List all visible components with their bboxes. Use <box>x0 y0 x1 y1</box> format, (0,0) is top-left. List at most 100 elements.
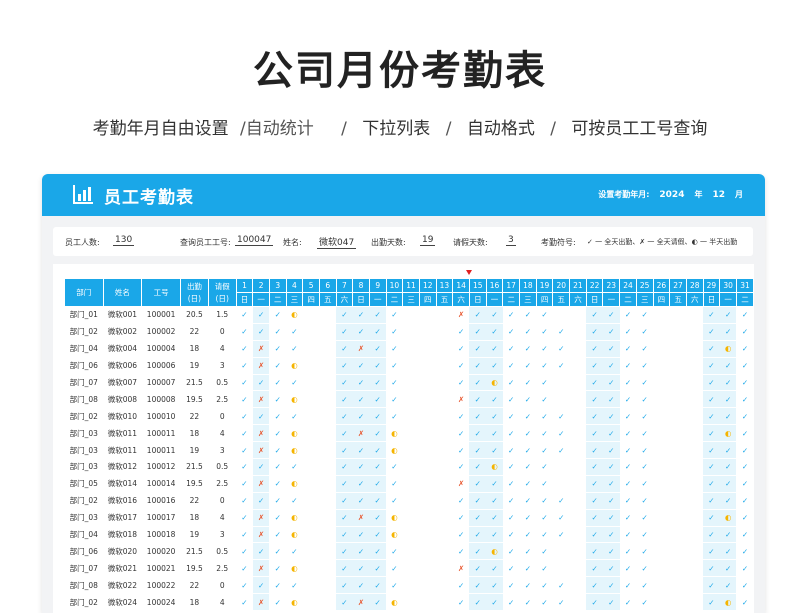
attendance-cell[interactable] <box>436 526 453 544</box>
attendance-cell[interactable]: ◐ <box>286 559 303 578</box>
attendance-cell[interactable]: ✓ <box>386 559 403 578</box>
attendance-cell[interactable] <box>669 407 687 426</box>
attendance-cell[interactable]: ✓ <box>336 593 353 612</box>
attendance-cell[interactable] <box>653 390 670 409</box>
attendance-cell[interactable]: ✗ <box>252 526 270 544</box>
attendance-cell[interactable] <box>552 542 570 561</box>
attendance-cell[interactable] <box>319 441 337 460</box>
attendance-cell[interactable]: ✓ <box>286 407 303 426</box>
attendance-cell[interactable] <box>669 424 687 443</box>
attendance-cell[interactable]: ✓ <box>636 340 654 358</box>
attendance-cell[interactable]: ✓ <box>269 407 287 426</box>
attendance-cell[interactable]: ✓ <box>602 576 620 595</box>
attendance-cell[interactable] <box>569 306 587 324</box>
attendance-cell[interactable] <box>419 357 437 375</box>
attendance-cell[interactable]: ✓ <box>736 526 754 544</box>
attendance-cell[interactable]: ✓ <box>369 306 387 324</box>
attendance-cell[interactable]: ✓ <box>452 357 470 375</box>
attendance-cell[interactable]: ✓ <box>452 458 470 476</box>
attendance-cell[interactable]: ✓ <box>386 458 403 476</box>
attendance-cell[interactable]: ✓ <box>469 559 487 578</box>
attendance-cell[interactable]: ✓ <box>269 340 287 358</box>
attendance-cell[interactable]: ✓ <box>552 526 570 544</box>
attendance-cell[interactable]: ✗ <box>252 390 270 409</box>
attendance-cell[interactable] <box>552 559 570 578</box>
attendance-cell[interactable]: ✓ <box>502 559 520 578</box>
attendance-cell[interactable]: ✗ <box>252 424 270 443</box>
attendance-cell[interactable]: ✓ <box>502 593 520 612</box>
attendance-cell[interactable]: ✓ <box>602 458 620 476</box>
attendance-cell[interactable] <box>419 509 437 527</box>
attendance-cell[interactable]: ✓ <box>286 458 303 476</box>
attendance-cell[interactable]: ✓ <box>502 323 520 341</box>
attendance-cell[interactable] <box>319 424 337 443</box>
attendance-cell[interactable]: ✓ <box>586 424 603 443</box>
attendance-cell[interactable]: ✓ <box>636 441 654 460</box>
attendance-cell[interactable] <box>552 306 570 324</box>
attendance-cell[interactable]: ✓ <box>386 542 403 561</box>
attendance-cell[interactable]: ✓ <box>452 407 470 426</box>
attendance-cell[interactable]: ✓ <box>236 509 253 527</box>
attendance-cell[interactable]: ✓ <box>236 323 253 341</box>
attendance-cell[interactable]: ✓ <box>719 475 737 493</box>
attendance-cell[interactable] <box>419 390 437 409</box>
attendance-cell[interactable]: ✓ <box>519 340 537 358</box>
attendance-cell[interactable]: ✓ <box>336 340 353 358</box>
attendance-cell[interactable] <box>653 441 670 460</box>
attendance-cell[interactable]: ✓ <box>469 390 487 409</box>
attendance-cell[interactable]: ✓ <box>252 306 270 324</box>
attendance-cell[interactable] <box>552 475 570 493</box>
attendance-cell[interactable] <box>319 407 337 426</box>
attendance-cell[interactable] <box>436 357 453 375</box>
attendance-cell[interactable]: ✓ <box>636 492 654 510</box>
attendance-cell[interactable] <box>302 526 320 544</box>
attendance-cell[interactable]: ✓ <box>269 390 287 409</box>
attendance-cell[interactable]: ✓ <box>586 458 603 476</box>
attendance-cell[interactable]: ◐ <box>719 509 737 527</box>
attendance-cell[interactable]: ✓ <box>269 576 287 595</box>
attendance-cell[interactable]: ✓ <box>369 593 387 612</box>
attendance-cell[interactable]: ✓ <box>469 509 487 527</box>
attendance-cell[interactable]: ✓ <box>703 509 720 527</box>
attendance-cell[interactable]: ✓ <box>502 424 520 443</box>
attendance-cell[interactable]: ✓ <box>369 492 387 510</box>
attendance-cell[interactable] <box>419 424 437 443</box>
attendance-cell[interactable]: ✓ <box>486 576 503 595</box>
attendance-cell[interactable]: ✓ <box>636 390 654 409</box>
attendance-cell[interactable]: ✓ <box>486 424 503 443</box>
attendance-cell[interactable] <box>319 306 337 324</box>
attendance-cell[interactable] <box>402 323 420 341</box>
attendance-cell[interactable] <box>436 542 453 561</box>
attendance-cell[interactable]: ✓ <box>719 441 737 460</box>
attendance-cell[interactable]: ✓ <box>486 492 503 510</box>
year-select[interactable]: 2024 <box>659 190 684 200</box>
attendance-cell[interactable]: ✓ <box>502 475 520 493</box>
attendance-cell[interactable]: ✗ <box>352 593 370 612</box>
attendance-cell[interactable]: ✓ <box>619 576 637 595</box>
attendance-cell[interactable] <box>653 357 670 375</box>
attendance-cell[interactable] <box>669 492 687 510</box>
attendance-cell[interactable] <box>669 340 687 358</box>
attendance-cell[interactable] <box>319 475 337 493</box>
attendance-cell[interactable]: ✓ <box>236 593 253 612</box>
attendance-cell[interactable]: ✓ <box>536 357 553 375</box>
attendance-cell[interactable]: ✓ <box>536 323 553 341</box>
attendance-cell[interactable]: ✓ <box>703 441 720 460</box>
attendance-cell[interactable]: ✓ <box>252 492 270 510</box>
attendance-cell[interactable]: ✓ <box>536 593 553 612</box>
attendance-cell[interactable]: ✓ <box>452 576 470 595</box>
attendance-cell[interactable]: ◐ <box>486 458 503 476</box>
attendance-cell[interactable] <box>569 593 587 612</box>
attendance-cell[interactable]: ◐ <box>286 593 303 612</box>
attendance-cell[interactable]: ✓ <box>252 407 270 426</box>
attendance-cell[interactable]: ✓ <box>552 509 570 527</box>
attendance-cell[interactable]: ✓ <box>236 357 253 375</box>
attendance-cell[interactable] <box>653 458 670 476</box>
attendance-cell[interactable]: ◐ <box>286 390 303 409</box>
attendance-cell[interactable]: ✓ <box>502 492 520 510</box>
attendance-cell[interactable]: ✗ <box>452 390 470 409</box>
attendance-cell[interactable]: ✓ <box>703 407 720 426</box>
attendance-cell[interactable]: ✓ <box>469 475 487 493</box>
attendance-cell[interactable]: ✗ <box>252 340 270 358</box>
attendance-cell[interactable] <box>419 576 437 595</box>
